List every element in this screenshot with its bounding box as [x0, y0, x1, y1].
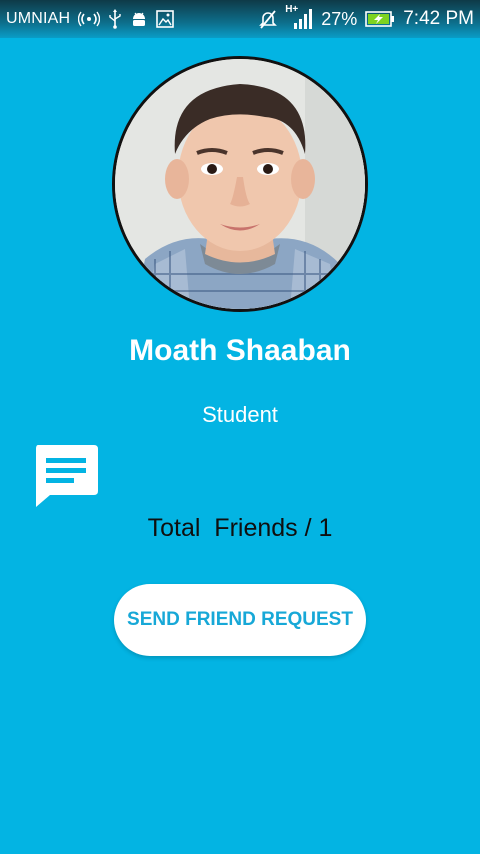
battery-percent: 27%	[321, 8, 358, 29]
total-friends-count: Total Friends / 1	[147, 514, 333, 542]
send-friend-request-button[interactable]: SEND FRIEND REQUEST	[114, 584, 366, 656]
chat-message-icon	[36, 445, 98, 507]
broadcast-icon	[78, 11, 101, 27]
avatar-photo	[115, 59, 365, 309]
profile-role: Student	[202, 402, 278, 427]
chat-button[interactable]	[32, 443, 100, 509]
clock: 7:42 PM	[403, 8, 474, 29]
image-icon	[156, 10, 175, 28]
signal-icon: H+	[285, 4, 313, 31]
android-debug-icon	[130, 10, 148, 28]
usb-icon	[108, 9, 122, 29]
profile-avatar[interactable]	[112, 56, 368, 312]
mute-icon	[259, 9, 278, 29]
battery-charging-icon	[365, 11, 395, 27]
carrier-name: UMNIAH	[6, 10, 71, 27]
status-bar: UMNIAH H+ 27% 7:42 PM	[0, 0, 480, 38]
status-bar-right: H+ 27% 7:42 PM	[259, 4, 474, 31]
profile-name: Moath Shaaban	[129, 334, 351, 367]
status-bar-left: UMNIAH	[6, 9, 175, 29]
